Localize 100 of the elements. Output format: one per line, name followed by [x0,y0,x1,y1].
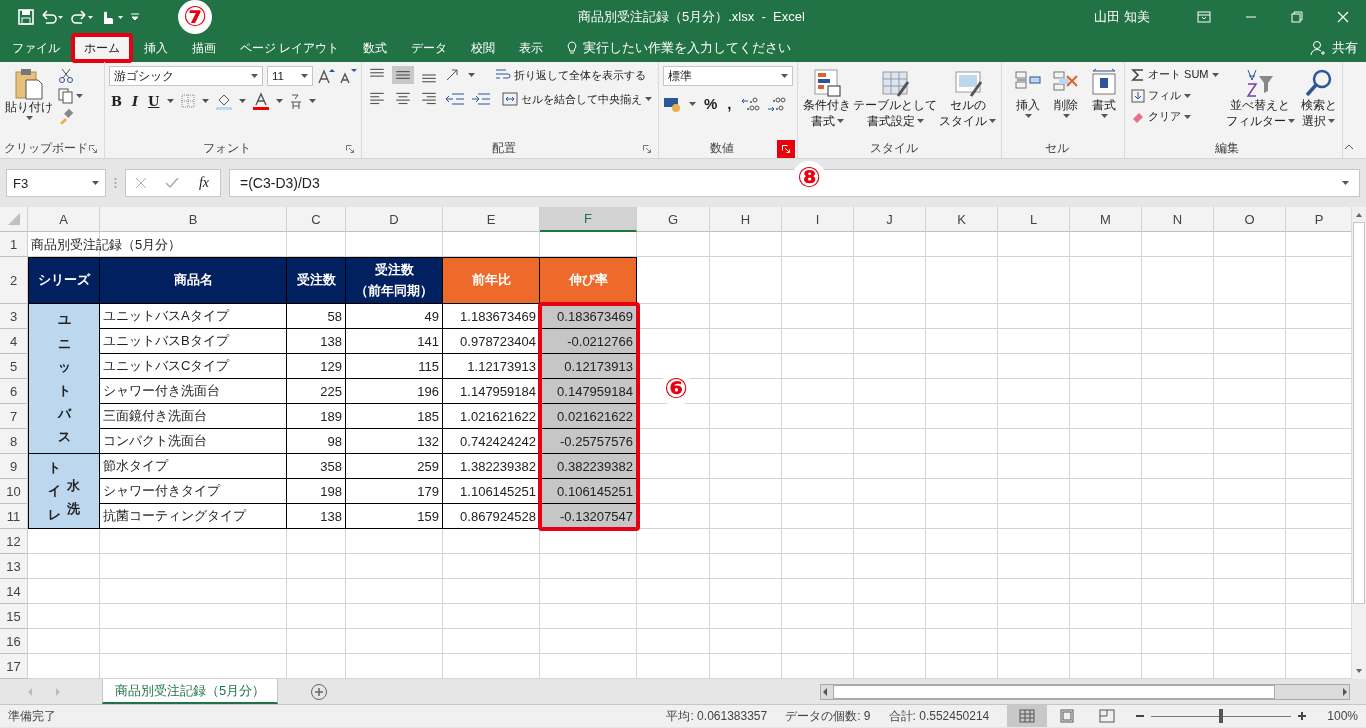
vertical-scrollbar[interactable] [1351,207,1366,679]
copy-icon[interactable] [58,88,74,104]
styles-button[interactable]: テーブルとして 書式設定 [852,66,938,132]
fill-button[interactable]: フィル [1129,87,1221,104]
row-header[interactable]: 10 [0,479,28,504]
comma-button[interactable]: , [725,94,734,113]
ribbon-tab[interactable]: データ [399,34,460,62]
scroll-up-icon[interactable] [1355,211,1363,219]
row-header[interactable]: 11 [0,504,28,529]
column-header[interactable]: K [926,207,998,232]
ribbon-display-icon[interactable] [1197,11,1211,23]
row-header[interactable]: 14 [0,579,28,604]
add-sheet-icon[interactable] [310,682,329,701]
check-icon[interactable] [164,177,179,189]
sheet-tab[interactable]: 商品別受注記録（5月分） [102,679,279,704]
number-format-dropdown[interactable]: 標準 [663,66,793,86]
ribbon-tab[interactable]: 描画 [180,34,228,62]
font-size-dropdown[interactable]: 11 [267,66,313,86]
autosum-button[interactable]: オート SUM [1129,66,1221,83]
italic-button[interactable]: I [130,92,141,110]
column-header[interactable]: E [443,207,540,232]
dialog-launcher-icon[interactable] [345,144,355,154]
horizontal-scrollbar[interactable] [820,683,1350,700]
scroll-down-icon[interactable] [1355,667,1363,675]
column-header[interactable]: C [287,207,346,232]
column-header[interactable]: A [28,207,100,232]
underline-button[interactable]: U [146,92,162,110]
column-header[interactable]: I [782,207,854,232]
font-name-dropdown[interactable]: 游ゴシック [109,66,263,86]
customize-icon[interactable] [130,12,140,22]
row-header[interactable]: 4 [0,329,28,354]
ribbon-tab[interactable]: 数式 [351,34,400,62]
dialog-launcher-icon[interactable] [642,144,652,154]
tell-me-field[interactable]: 実行したい作業を入力してください [583,39,792,57]
column-header[interactable]: J [854,207,926,232]
redo-icon[interactable] [70,10,94,24]
column-header[interactable]: H [710,207,782,232]
find-select-button[interactable]: 検索と 選択 [1299,66,1338,138]
row-header[interactable]: 17 [0,654,28,679]
sort-filter-button[interactable]: 並べ替えと フィルター [1224,66,1296,138]
zoom-level[interactable]: 100% [1327,709,1358,723]
bold-button[interactable]: B [109,92,124,110]
styles-button[interactable]: 条件付き 書式 [802,66,852,132]
ribbon-tab[interactable]: 表示 [507,34,556,62]
decrease-decimal-icon[interactable] [765,94,786,113]
decrease-font-icon[interactable] [339,67,357,85]
percent-button[interactable]: % [702,94,720,113]
restore-icon[interactable] [1291,11,1303,23]
ribbon-tab[interactable]: ページ レイアウト [228,34,352,62]
clear-button[interactable]: クリア [1129,108,1221,125]
column-header[interactable]: O [1214,207,1286,232]
row-header[interactable]: 1 [0,232,28,257]
cells-button[interactable]: 削除 [1050,66,1082,120]
ribbon-tab[interactable]: ホーム [72,34,132,62]
collapse-ribbon-icon[interactable] [1344,144,1354,150]
row-header[interactable]: 16 [0,629,28,654]
ribbon-tab[interactable]: 校閲 [459,34,508,62]
dialog-launcher-icon[interactable] [88,144,98,154]
currency-icon[interactable] [663,95,683,112]
row-header[interactable]: 8 [0,429,28,454]
row-header[interactable]: 3 [0,304,28,329]
cells-button[interactable]: 書式 [1088,66,1120,120]
column-header[interactable]: M [1070,207,1142,232]
paste-button[interactable]: 貼り付け [4,66,54,138]
insert-function-button[interactable]: fx [196,174,211,192]
scroll-right-icon[interactable] [1341,686,1349,697]
save-icon[interactable] [18,9,34,25]
format-painter-icon[interactable] [58,108,74,124]
normal-view-icon[interactable] [1007,705,1048,727]
middle-align-icon[interactable] [392,66,414,84]
row-header[interactable]: 12 [0,529,28,554]
scroll-left-icon[interactable] [821,686,829,697]
row-header[interactable]: 5 [0,354,28,379]
close-icon[interactable] [1337,11,1349,23]
name-box[interactable]: F3 [6,169,106,197]
column-header[interactable]: N [1142,207,1214,232]
column-header[interactable]: P [1286,207,1351,232]
ribbon-tab[interactable]: 挿入 [132,34,180,62]
font-color-icon[interactable] [252,92,271,110]
row-header[interactable]: 2 [0,257,28,304]
row-header[interactable]: 6 [0,379,28,404]
merge-center-button[interactable]: セルを結合して中央揃え [500,90,654,108]
row-header[interactable]: 9 [0,454,28,479]
undo-icon[interactable] [40,10,64,24]
cut-icon[interactable] [58,68,74,84]
column-header[interactable]: F [540,207,637,232]
row-header[interactable]: 15 [0,604,28,629]
increase-decimal-icon[interactable] [739,94,760,113]
column-header[interactable]: D [346,207,443,232]
increase-font-icon[interactable] [317,67,335,85]
ribbon-tab[interactable]: ファイル [0,34,72,62]
column-header[interactable]: L [998,207,1070,232]
cells-button[interactable]: 挿入 [1012,66,1044,120]
share-button[interactable]: 共有 [1332,39,1358,57]
zoom-in-icon[interactable] [1297,711,1308,721]
wrap-text-button[interactable]: 折り返して全体を表示する [493,66,648,84]
zoom-slider-thumb[interactable] [1219,709,1224,723]
column-header[interactable]: G [637,207,710,232]
column-header[interactable]: B [100,207,287,232]
fill-color-icon[interactable] [215,92,234,110]
